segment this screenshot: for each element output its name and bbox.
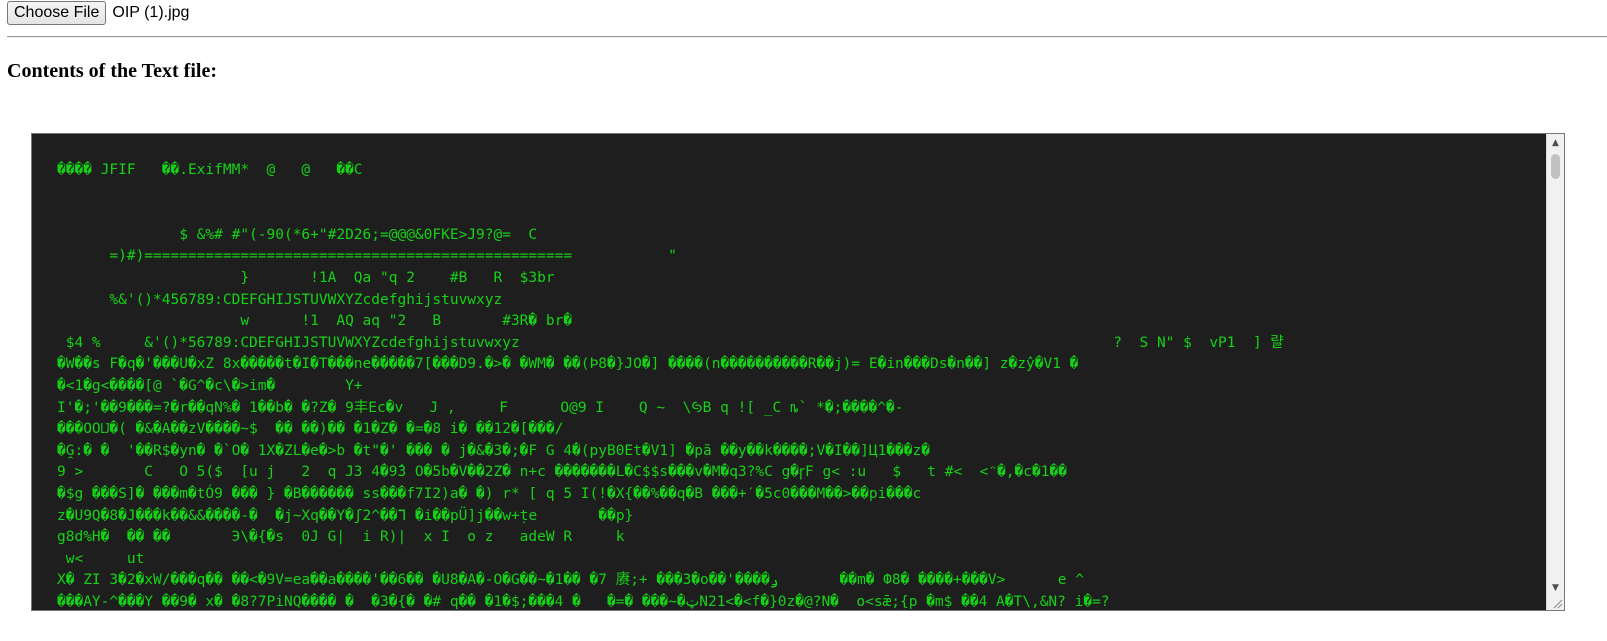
file-contents-text: ���� JFIF ��.ExifMM* @ @ ��C $ &%# #"(-9… xyxy=(57,162,1284,610)
resize-grip-icon[interactable] xyxy=(1551,597,1563,609)
choose-file-button[interactable]: Choose File xyxy=(7,1,107,25)
selected-file-name: OIP (1).jpg xyxy=(112,4,190,21)
scroll-down-arrow-icon[interactable]: ▼ xyxy=(1547,579,1564,596)
file-input-row: Choose File OIP (1).jpg xyxy=(7,1,189,25)
page-heading: Contents of the Text file: xyxy=(7,60,217,82)
vertical-scrollbar[interactable]: ▲ ▼ xyxy=(1546,134,1564,610)
scroll-up-arrow-icon[interactable]: ▲ xyxy=(1547,134,1564,151)
file-contents-textarea[interactable]: ���� JFIF ��.ExifMM* @ @ ��C $ &%# #"(-9… xyxy=(31,133,1565,611)
horizontal-rule xyxy=(7,36,1607,38)
scrollbar-thumb[interactable] xyxy=(1551,154,1560,179)
